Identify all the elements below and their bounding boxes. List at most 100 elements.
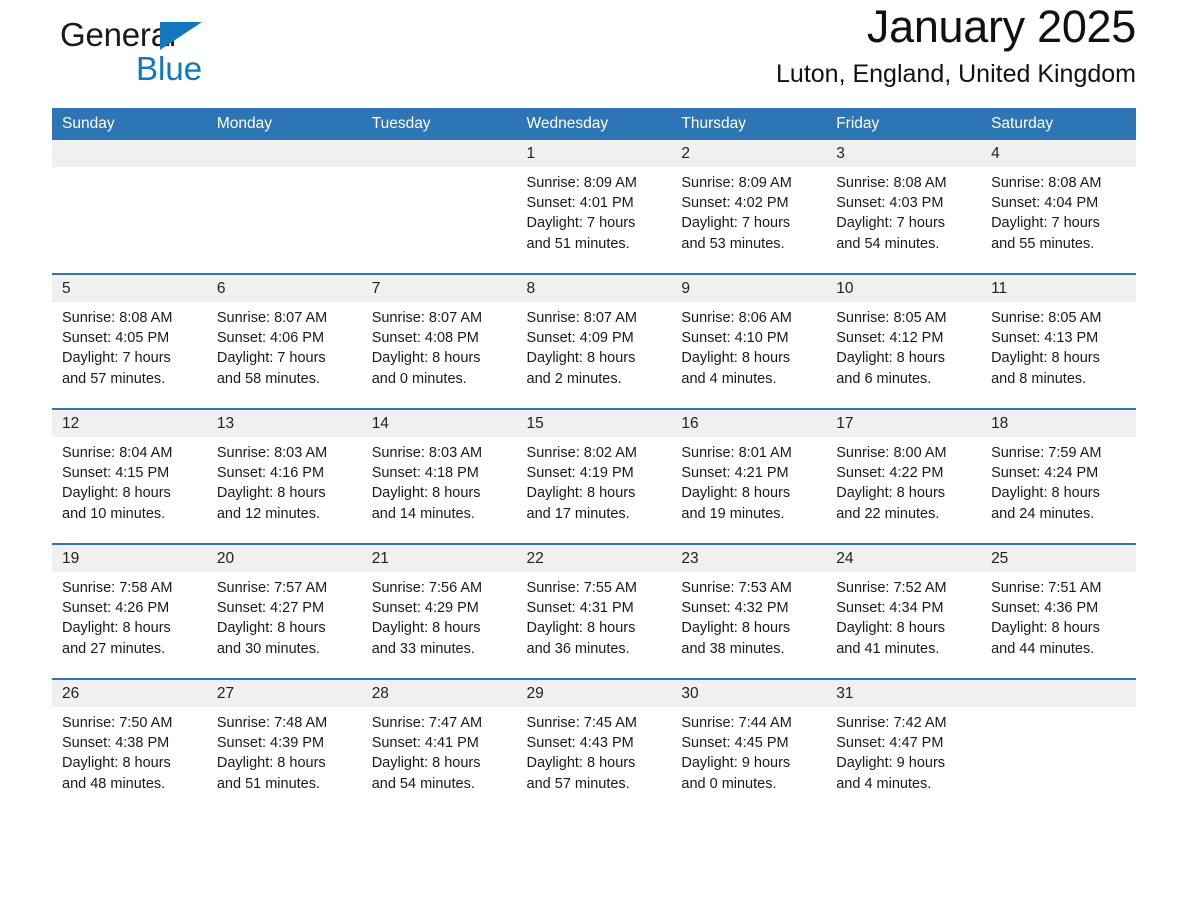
day-number: 25: [981, 545, 1136, 572]
calendar-day-cell[interactable]: 30 Sunrise: 7:44 AM Sunset: 4:45 PM Dayligh…: [671, 678, 827, 813]
sunset-text: Sunset: 4:34 PM: [836, 600, 944, 617]
calendar-day-cell[interactable]: 31 Sunrise: 7:42 AM Sunset: 4:47 PM Dayligh…: [826, 678, 982, 813]
calendar-day-cell[interactable]: 9 Sunrise: 8:06 AM Sunset: 4:10 PM Daylight…: [671, 273, 827, 409]
calendar-day-cell[interactable]: 17 Sunrise: 8:00 AM Sunset: 4:22 PM Dayligh…: [826, 408, 982, 544]
day-sun-info: Sunrise: 8:07 AM Sunset: 4:09 PM Daylight:…: [517, 302, 672, 389]
day-cell-content: 21 Sunrise: 7:56 AM Sunset: 4:29 PM Dayligh…: [361, 545, 517, 678]
daylight-text-line2: and 51 minutes.: [216, 775, 321, 792]
calendar-day-cell[interactable]: 10 Sunrise: 8:05 AM Sunset: 4:12 PM Dayligh…: [826, 273, 982, 409]
daylight-text-line1: Daylight: 9 hours: [836, 755, 946, 772]
calendar-day-cell[interactable]: 20 Sunrise: 7:57 AM Sunset: 4:27 PM Dayligh…: [206, 543, 362, 679]
calendar-day-cell[interactable]: 6 Sunrise: 8:07 AM Sunset: 4:06 PM Daylight…: [206, 273, 362, 409]
calendar-day-cell[interactable]: 26 Sunrise: 7:50 AM Sunset: 4:38 PM Dayligh…: [52, 678, 207, 813]
calendar-day-cell[interactable]: 14 Sunrise: 8:03 AM Sunset: 4:18 PM Dayligh…: [361, 408, 517, 544]
day-number: 4: [981, 140, 1136, 167]
sunrise-text: Sunrise: 8:07 AM: [526, 310, 637, 326]
title-block: January 2025 Luton, England, United King…: [776, 0, 1136, 89]
day-sun-info: Sunrise: 8:07 AM Sunset: 4:06 PM Daylight:…: [207, 302, 362, 389]
day-sun-info: Sunrise: 8:01 AM Sunset: 4:21 PM Daylight:…: [671, 437, 826, 524]
day-cell-content: [206, 140, 362, 273]
daylight-text-line1: Daylight: 7 hours: [526, 215, 636, 232]
calendar-day-cell[interactable]: 7 Sunrise: 8:07 AM Sunset: 4:08 PM Daylight…: [361, 273, 517, 409]
calendar-day-cell[interactable]: 8 Sunrise: 8:07 AM Sunset: 4:09 PM Daylight…: [516, 273, 672, 409]
calendar-day-cell[interactable]: 2 Sunrise: 8:09 AM Sunset: 4:02 PM Daylight…: [671, 140, 827, 274]
daylight-text-line2: and 44 minutes.: [991, 640, 1095, 657]
day-cell-content: 12 Sunrise: 8:04 AM Sunset: 4:15 PM Dayligh…: [52, 410, 207, 543]
calendar-day-cell[interactable]: 28 Sunrise: 7:47 AM Sunset: 4:41 PM Dayligh…: [361, 678, 517, 813]
daylight-text-line1: Daylight: 8 hours: [681, 620, 791, 637]
day-sun-info: Sunrise: 8:08 AM Sunset: 4:04 PM Daylight:…: [981, 167, 1136, 254]
sunrise-text: Sunrise: 8:09 AM: [526, 175, 637, 191]
calendar-day-cell[interactable]: 3 Sunrise: 8:08 AM Sunset: 4:03 PM Daylight…: [826, 140, 982, 274]
generalblue-logo[interactable]: General Blue: [60, 10, 320, 96]
calendar-day-cell[interactable]: 4 Sunrise: 8:08 AM Sunset: 4:04 PM Daylight…: [981, 140, 1136, 274]
day-number: 23: [671, 545, 827, 572]
day-cell-content: 19 Sunrise: 7:58 AM Sunset: 4:26 PM Dayligh…: [52, 545, 207, 678]
daylight-text-line1: Daylight: 7 hours: [681, 215, 791, 232]
day-cell-content: 14 Sunrise: 8:03 AM Sunset: 4:18 PM Dayligh…: [361, 410, 517, 543]
sunset-text: Sunset: 4:22 PM: [836, 465, 944, 482]
calendar-day-cell[interactable]: 22 Sunrise: 7:55 AM Sunset: 4:31 PM Dayligh…: [516, 543, 672, 679]
calendar-day-cell[interactable]: 18 Sunrise: 7:59 AM Sunset: 4:24 PM Dayligh…: [981, 408, 1136, 544]
sunrise-text: Sunrise: 7:52 AM: [836, 580, 947, 596]
sunrise-text: Sunrise: 8:01 AM: [681, 445, 792, 461]
day-number: 14: [361, 410, 517, 437]
day-cell-content: 16 Sunrise: 8:01 AM Sunset: 4:21 PM Dayligh…: [671, 410, 827, 543]
calendar-day-cell[interactable]: 24 Sunrise: 7:52 AM Sunset: 4:34 PM Dayligh…: [826, 543, 982, 679]
day-number: 19: [52, 545, 207, 572]
calendar-day-cell[interactable]: 19 Sunrise: 7:58 AM Sunset: 4:26 PM Dayligh…: [52, 543, 207, 679]
daylight-text-line1: Daylight: 8 hours: [216, 620, 326, 637]
day-number: [981, 680, 1136, 707]
sunrise-text: Sunrise: 8:08 AM: [62, 310, 173, 326]
calendar-day-cell[interactable]: 15 Sunrise: 8:02 AM Sunset: 4:19 PM Dayligh…: [516, 408, 672, 544]
day-number: 9: [671, 275, 827, 302]
daylight-text-line1: Daylight: 8 hours: [836, 485, 946, 502]
day-sun-info: Sunrise: 7:59 AM Sunset: 4:24 PM Daylight:…: [981, 437, 1136, 524]
calendar-day-cell[interactable]: 21 Sunrise: 7:56 AM Sunset: 4:29 PM Dayligh…: [361, 543, 517, 679]
sunrise-text: Sunrise: 8:03 AM: [371, 445, 483, 461]
day-cell-content: 1 Sunrise: 8:09 AM Sunset: 4:01 PM Daylight…: [516, 140, 672, 273]
day-number: 8: [516, 275, 672, 302]
daylight-text-line2: and 22 minutes.: [836, 505, 940, 522]
calendar-day-cell[interactable]: 23 Sunrise: 7:53 AM Sunset: 4:32 PM Dayligh…: [671, 543, 827, 679]
daylight-text-line2: and 10 minutes.: [62, 505, 166, 522]
calendar-day-cell[interactable]: 1 Sunrise: 8:09 AM Sunset: 4:01 PM Daylight…: [516, 140, 672, 274]
calendar-day-cell-empty: [206, 140, 362, 274]
day-sun-info: Sunrise: 7:44 AM Sunset: 4:45 PM Daylight:…: [671, 707, 826, 794]
day-cell-content: 29 Sunrise: 7:45 AM Sunset: 4:43 PM Dayligh…: [516, 680, 672, 813]
daylight-text-line2: and 14 minutes.: [371, 505, 475, 522]
daylight-text-line2: and 33 minutes.: [371, 640, 475, 657]
calendar-day-cell[interactable]: 29 Sunrise: 7:45 AM Sunset: 4:43 PM Dayligh…: [516, 678, 672, 813]
day-sun-info: Sunrise: 8:08 AM Sunset: 4:05 PM Daylight:…: [52, 302, 207, 389]
sunset-text: Sunset: 4:47 PM: [836, 735, 944, 752]
daylight-text-line1: Daylight: 7 hours: [62, 350, 171, 367]
day-cell-content: 9 Sunrise: 8:06 AM Sunset: 4:10 PM Daylight…: [671, 275, 827, 408]
calendar-day-cell[interactable]: 5 Sunrise: 8:08 AM Sunset: 4:05 PM Daylight…: [52, 273, 207, 409]
calendar-day-cell[interactable]: 16 Sunrise: 8:01 AM Sunset: 4:21 PM Dayligh…: [671, 408, 827, 544]
day-sun-info: Sunrise: 7:47 AM Sunset: 4:41 PM Daylight:…: [362, 707, 517, 794]
calendar-day-cell[interactable]: 25 Sunrise: 7:51 AM Sunset: 4:36 PM Dayligh…: [981, 543, 1136, 679]
daylight-text-line2: and 53 minutes.: [681, 235, 785, 252]
daylight-text-line2: and 19 minutes.: [681, 505, 785, 522]
day-sun-info: Sunrise: 8:00 AM Sunset: 4:22 PM Daylight:…: [826, 437, 981, 524]
day-number: 24: [826, 545, 982, 572]
sunset-text: Sunset: 4:01 PM: [526, 195, 634, 212]
daylight-text-line1: Daylight: 8 hours: [991, 620, 1100, 637]
daylight-text-line1: Daylight: 8 hours: [216, 755, 326, 772]
day-number: 27: [206, 680, 362, 707]
daylight-text-line2: and 54 minutes.: [836, 235, 940, 252]
daylight-text-line1: Daylight: 8 hours: [526, 485, 636, 502]
weekday-header-tuesday: Tuesday: [361, 108, 517, 140]
calendar-day-cell[interactable]: 13 Sunrise: 8:03 AM Sunset: 4:16 PM Dayligh…: [206, 408, 362, 544]
sunrise-text: Sunrise: 8:07 AM: [216, 310, 328, 326]
day-number: 13: [206, 410, 362, 437]
calendar-day-cell[interactable]: 12 Sunrise: 8:04 AM Sunset: 4:15 PM Dayligh…: [52, 408, 207, 544]
sunset-text: Sunset: 4:29 PM: [371, 600, 479, 617]
calendar-day-cell[interactable]: 11 Sunrise: 8:05 AM Sunset: 4:13 PM Dayligh…: [981, 273, 1136, 409]
sunrise-text: Sunrise: 8:02 AM: [526, 445, 637, 461]
day-number: 20: [206, 545, 362, 572]
sunset-text: Sunset: 4:36 PM: [991, 600, 1099, 617]
daylight-text-line2: and 57 minutes.: [526, 775, 630, 792]
day-sun-info: Sunrise: 8:02 AM Sunset: 4:19 PM Daylight:…: [517, 437, 672, 524]
calendar-day-cell[interactable]: 27 Sunrise: 7:48 AM Sunset: 4:39 PM Dayligh…: [206, 678, 362, 813]
